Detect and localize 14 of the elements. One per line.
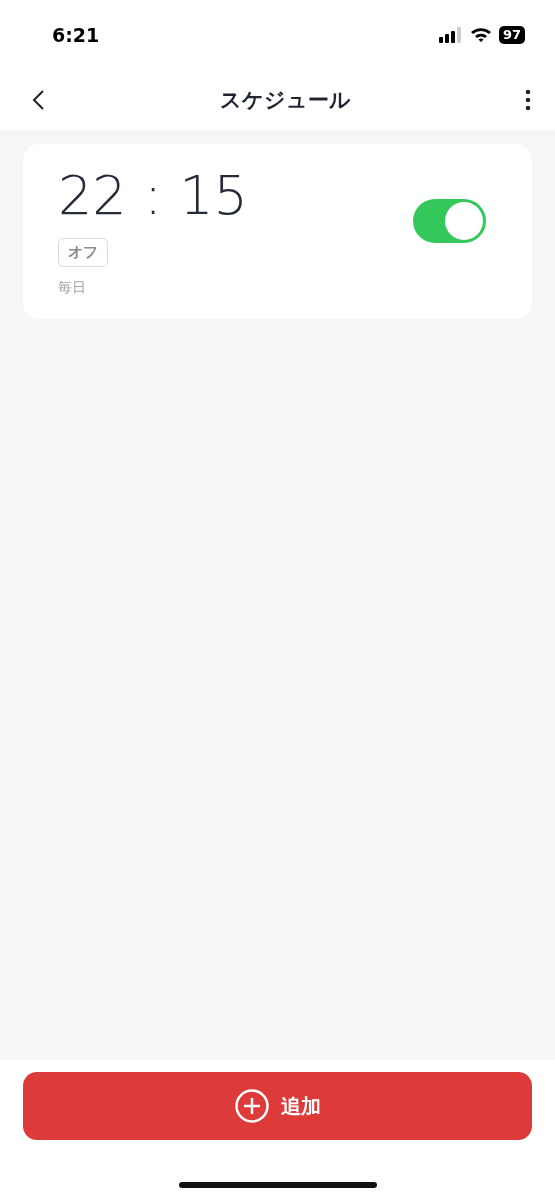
repeat-label: 毎日 [58, 279, 86, 297]
page-title: スケジュール [220, 87, 351, 114]
signal-icon [438, 27, 463, 43]
plus-circle-icon [234, 1089, 269, 1123]
add-button[interactable]: 追加 [23, 1072, 532, 1140]
schedule-time: 22 : 15 [58, 164, 248, 228]
schedule-toggle[interactable] [413, 198, 486, 243]
wifi-icon [469, 27, 492, 43]
action-tag: オフ [58, 238, 108, 267]
back-button[interactable] [30, 88, 46, 112]
schedule-card[interactable]: 22 : 15 オフ 毎日 [23, 144, 532, 319]
status-time: 6:21 [52, 24, 100, 46]
more-icon[interactable] [525, 89, 531, 111]
battery-level: 97 [498, 26, 525, 44]
